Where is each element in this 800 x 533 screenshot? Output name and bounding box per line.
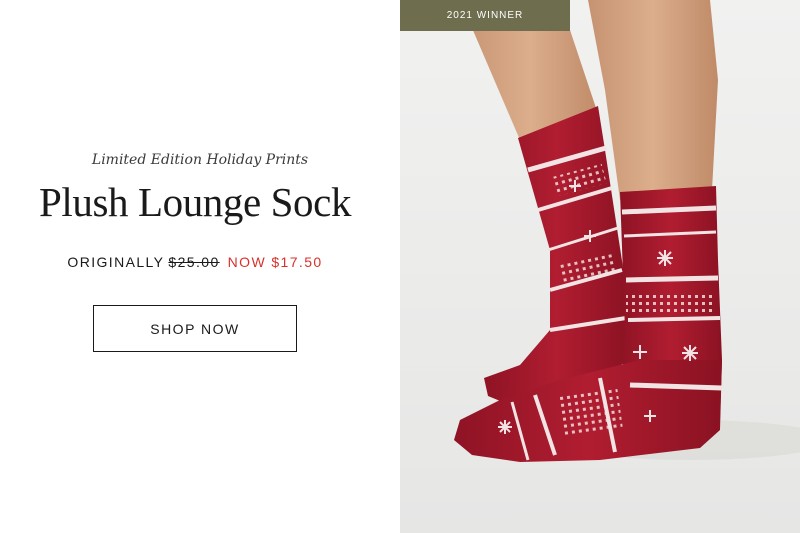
price-row: ORIGINALLY $25.00 NOW $17.50 xyxy=(0,254,390,270)
product-photo-socks-icon xyxy=(400,0,800,533)
shop-now-button[interactable]: SHOP NOW xyxy=(93,305,297,352)
promo-subtitle: Limited Edition Holiday Prints xyxy=(91,152,309,168)
winner-badge: 2021 WINNER xyxy=(400,0,570,31)
product-title: Plush Lounge Sock xyxy=(38,179,352,225)
promo-text-panel: Limited Edition Holiday Prints Plush Lou… xyxy=(0,0,400,533)
price-prefix: ORIGINALLY xyxy=(67,254,165,270)
original-price: $25.00 xyxy=(168,254,220,270)
sale-price: NOW $17.50 xyxy=(227,254,323,270)
product-image-panel[interactable]: 2021 WINNER xyxy=(400,0,800,533)
promo-banner: Limited Edition Holiday Prints Plush Lou… xyxy=(0,0,800,533)
